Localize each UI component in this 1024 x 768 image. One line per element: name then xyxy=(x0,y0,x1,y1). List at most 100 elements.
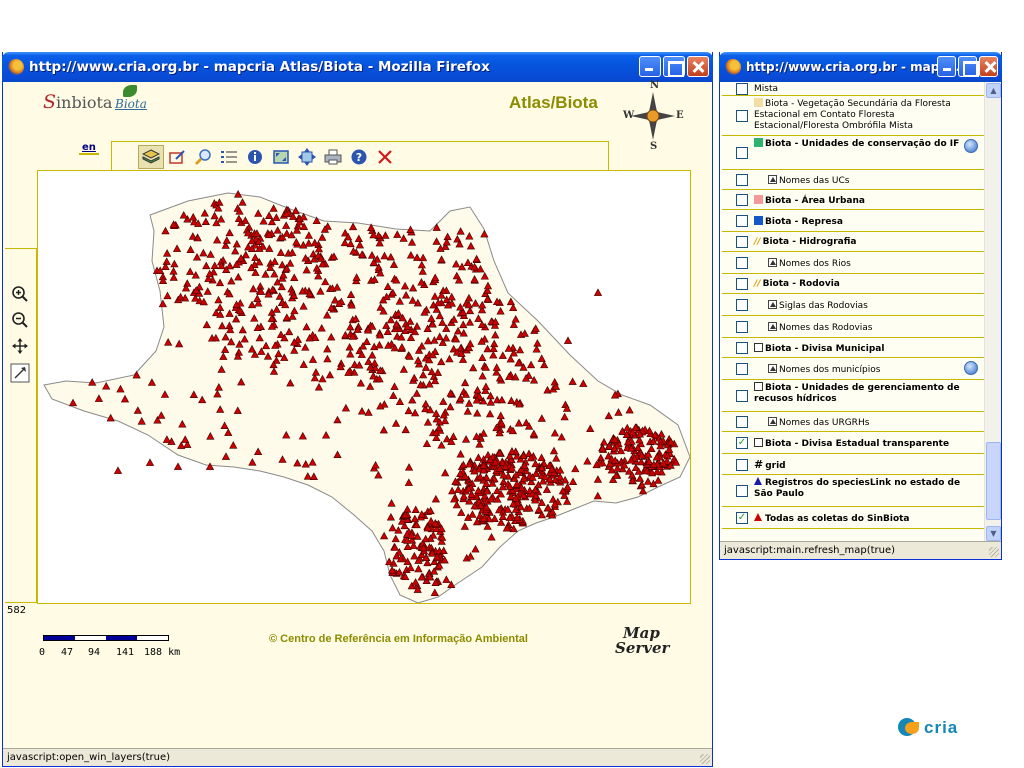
layer-checkbox[interactable] xyxy=(736,458,748,471)
sinbiota-logo[interactable]: Sinbiota xyxy=(43,91,112,113)
collection-marker xyxy=(113,466,123,474)
layer-label: Nomes das UCs xyxy=(779,175,850,186)
layer-row: Registros do speciesLink no estado de Sã… xyxy=(722,475,984,507)
query-globe-icon[interactable] xyxy=(964,139,978,153)
search-icon[interactable] xyxy=(190,145,216,169)
layer-checkbox[interactable] xyxy=(736,236,748,248)
layer-checkbox[interactable] xyxy=(736,83,748,95)
zoom-out-icon[interactable] xyxy=(9,311,31,333)
edit-icon[interactable] xyxy=(164,145,190,169)
query-globe-icon[interactable] xyxy=(964,361,978,375)
fullextent-icon[interactable] xyxy=(268,145,294,169)
layer-list-scrollbar[interactable]: ▲ ▼ xyxy=(984,82,1001,542)
info-icon[interactable] xyxy=(242,145,268,169)
minimize-button[interactable] xyxy=(639,56,661,77)
layer-label: Biota - Vegetação Secundária da Floresta… xyxy=(754,99,951,131)
layer-checkbox[interactable] xyxy=(736,416,748,428)
resize-grip-icon[interactable] xyxy=(700,754,710,764)
layer-checkbox[interactable] xyxy=(736,363,748,375)
layer-row: Mista xyxy=(722,82,984,96)
layer-label: Biota - Rodovia xyxy=(762,278,840,289)
label-layer-icon xyxy=(768,416,777,426)
layer-checkbox[interactable] xyxy=(736,278,748,290)
legend-swatch xyxy=(754,194,763,204)
layer-row: Nomes dos municípios xyxy=(722,358,984,380)
layer-checkbox[interactable] xyxy=(736,485,748,497)
layer-row: ✓ Todas as coletas do SinBiota xyxy=(722,507,984,529)
maximize-button[interactable] xyxy=(663,56,685,77)
outline-swatch xyxy=(754,382,763,391)
list-icon[interactable] xyxy=(216,145,242,169)
layer-checkbox[interactable] xyxy=(736,110,748,122)
label-layer-icon xyxy=(768,363,777,373)
scroll-up-icon[interactable]: ▲ xyxy=(986,83,1001,98)
layer-checkbox[interactable] xyxy=(736,321,748,333)
layer-label: Nomes dos Rios xyxy=(779,258,851,269)
layer-row: Biota - Unidades de gerenciamento de rec… xyxy=(722,380,984,412)
layer-checkbox[interactable] xyxy=(736,342,748,354)
move-icon[interactable] xyxy=(294,145,320,169)
main-window-titlebar[interactable]: http://www.cria.org.br - mapcria Atlas/B… xyxy=(2,52,713,82)
language-en-link[interactable]: en xyxy=(79,142,99,155)
mapserver-logo[interactable]: Map Server xyxy=(615,626,669,656)
collection-marker xyxy=(173,462,183,470)
map-canvas[interactable] xyxy=(37,170,691,604)
layer-checkbox[interactable] xyxy=(736,194,748,206)
close-icon[interactable] xyxy=(372,145,398,169)
legend-swatch xyxy=(754,215,763,225)
layers-status-text: javascript:main.refresh_map(true) xyxy=(724,545,896,556)
collection-marker xyxy=(145,458,155,466)
main-status-bar: javascript:open_win_layers(true) xyxy=(3,748,712,766)
layer-label: Biota - Represa xyxy=(765,216,843,227)
zoom-box-icon[interactable] xyxy=(9,363,31,385)
label-layer-icon xyxy=(768,321,777,331)
triangle-icon xyxy=(754,477,762,485)
layers-icon[interactable] xyxy=(138,144,164,169)
layer-label: Nomes das URGRHs xyxy=(779,417,870,428)
close-window-button[interactable] xyxy=(979,56,998,77)
collection-marker xyxy=(563,336,573,344)
outline-swatch xyxy=(754,342,763,352)
collection-marker xyxy=(593,288,603,296)
layer-row: Nomes dos Rios xyxy=(722,252,984,274)
layer-checkbox[interactable] xyxy=(736,257,748,269)
layer-row: Biota - Área Urbana xyxy=(722,190,984,210)
layer-row: Biota - Represa xyxy=(722,210,984,232)
layer-row: //Biota - Hidrografia xyxy=(722,232,984,252)
layer-row: Biota - Divisa Municipal xyxy=(722,338,984,358)
maximize-button[interactable] xyxy=(958,56,979,77)
layer-row: Nomes das Rodovias xyxy=(722,316,984,338)
layer-checkbox[interactable] xyxy=(736,390,748,402)
layer-checkbox[interactable] xyxy=(736,147,748,159)
biota-logo[interactable]: Biota xyxy=(115,85,153,115)
print-icon[interactable] xyxy=(320,145,346,169)
layer-row: Biota - Unidades de conservação do IF xyxy=(722,136,984,170)
layers-window-title: http://www.cria.org.br - mapc... xyxy=(746,60,961,74)
layer-checkbox[interactable] xyxy=(736,174,748,186)
leaf-icon xyxy=(123,85,137,97)
minimize-button[interactable] xyxy=(937,56,956,77)
map-toolbar: ? xyxy=(111,141,609,171)
zoom-in-icon[interactable] xyxy=(9,285,31,307)
layer-checkbox[interactable] xyxy=(736,215,748,227)
layer-checkbox[interactable]: ✓ xyxy=(736,437,748,449)
scroll-down-icon[interactable]: ▼ xyxy=(986,526,1001,541)
main-browser-window: http://www.cria.org.br - mapcria Atlas/B… xyxy=(2,52,713,767)
help-icon[interactable]: ? xyxy=(346,145,372,169)
layer-checkbox[interactable]: ✓ xyxy=(736,512,748,524)
scale-bar xyxy=(43,635,169,641)
firefox-icon xyxy=(8,59,24,75)
outline-swatch xyxy=(754,437,763,447)
layers-window-titlebar[interactable]: http://www.cria.org.br - mapc... xyxy=(719,52,1002,82)
layer-row: ✓ Biota - Divisa Estadual transparente xyxy=(722,432,984,454)
close-window-button[interactable] xyxy=(687,56,709,77)
copyright-text: © Centro de Referência em Informação Amb… xyxy=(269,633,528,645)
pan-icon[interactable] xyxy=(9,337,31,359)
layer-checkbox[interactable] xyxy=(736,299,748,311)
compass-rose-icon: N S W E xyxy=(623,80,684,152)
layer-row: # grid xyxy=(722,454,984,475)
resize-grip-icon[interactable] xyxy=(989,547,999,557)
cria-logo: cria xyxy=(898,718,958,738)
atlas-title: Atlas/Biota xyxy=(509,93,598,112)
scroll-thumb[interactable] xyxy=(986,442,1001,520)
